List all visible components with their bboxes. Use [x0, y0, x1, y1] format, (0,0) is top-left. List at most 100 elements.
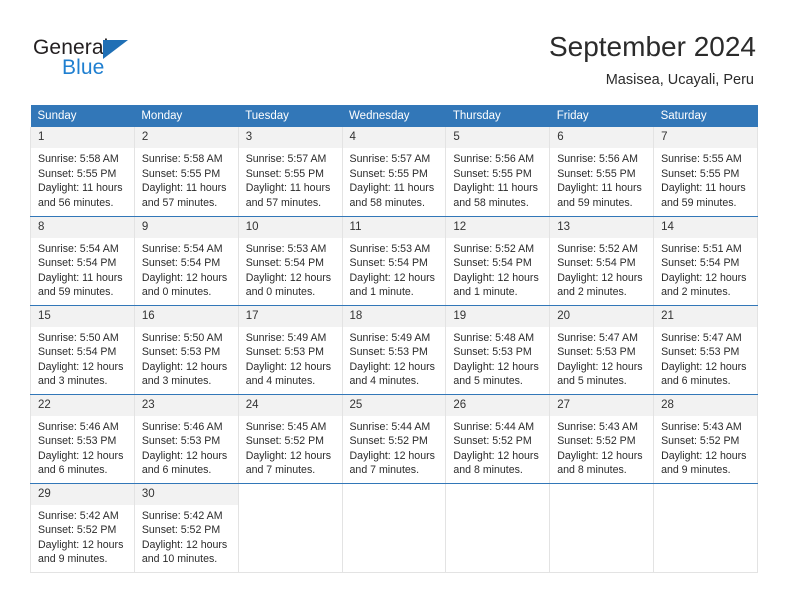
sunset-text: Sunset: 5:52 PM — [557, 435, 636, 448]
day-cell-inner — [342, 483, 446, 572]
calendar-day-cell[interactable]: 23 Sunrise: 5:46 AM Sunset: 5:53 PM Dayligh… — [133, 394, 239, 484]
calendar-day-cell[interactable]: 2 Sunrise: 5:58 AM Sunset: 5:55 PM Daylight… — [133, 127, 239, 217]
calendar-day-cell[interactable]: 15 Sunrise: 5:50 AM Sunset: 5:54 PM Dayligh… — [30, 305, 135, 395]
day-number: 11 — [342, 216, 446, 238]
sunrise-text: Sunrise: 5:55 AM — [661, 153, 742, 165]
sunset-text: Sunset: 5:52 PM — [661, 435, 740, 448]
daylight-text: Daylight: 12 hours and 2 minutes. — [557, 271, 643, 299]
day-cell-inner: 28 Sunrise: 5:43 AM Sunset: 5:52 PM Dayligh… — [654, 394, 757, 483]
day-cell-inner: 27 Sunrise: 5:43 AM Sunset: 5:52 PM Dayligh… — [550, 394, 654, 483]
weekday-header-saturday: Saturday — [653, 105, 758, 127]
calendar-day-cell[interactable]: 25 Sunrise: 5:44 AM Sunset: 5:52 PM Dayligh… — [341, 394, 447, 484]
day-number: 8 — [31, 216, 134, 238]
sunset-text: Sunset: 5:53 PM — [245, 346, 325, 359]
day-cell-inner: 10 Sunrise: 5:53 AM Sunset: 5:54 PM Dayligh… — [238, 216, 342, 305]
calendar-day-cell[interactable]: 28 Sunrise: 5:43 AM Sunset: 5:52 PM Dayligh… — [653, 394, 758, 484]
day-number: 20 — [550, 305, 654, 327]
sunset-text: Sunset: 5:54 PM — [557, 257, 636, 270]
calendar-day-cell[interactable]: 24 Sunrise: 5:45 AM Sunset: 5:52 PM Dayligh… — [237, 394, 343, 484]
day-number: 29 — [31, 483, 134, 505]
day-number: 12 — [446, 216, 550, 238]
calendar-day-cell[interactable]: 27 Sunrise: 5:43 AM Sunset: 5:52 PM Dayligh… — [549, 394, 655, 484]
day-number: 6 — [550, 127, 654, 148]
day-details: Sunrise: 5:47 AM Sunset: 5:53 PM Daylight:… — [654, 327, 757, 389]
sunrise-text: Sunrise: 5:47 AM — [661, 331, 742, 344]
calendar-day-cell[interactable]: 16 Sunrise: 5:50 AM Sunset: 5:53 PM Dayligh… — [133, 305, 239, 395]
calendar-day-cell[interactable]: 14 Sunrise: 5:51 AM Sunset: 5:54 PM Dayligh… — [653, 216, 758, 306]
sunset-text: Sunset: 5:53 PM — [661, 346, 740, 359]
calendar-day-cell[interactable]: 29 Sunrise: 5:42 AM Sunset: 5:52 PM Dayligh… — [30, 483, 135, 573]
sunset-text: Sunset: 5:54 PM — [38, 346, 117, 359]
sunset-text: Sunset: 5:52 PM — [453, 435, 532, 448]
calendar-cell-empty — [237, 483, 343, 573]
day-details: Sunrise: 5:47 AM Sunset: 5:53 PM Daylight:… — [550, 327, 653, 389]
day-cell-inner — [446, 483, 550, 572]
page-subtitle: Masisea, Ucayali, Peru — [605, 72, 754, 88]
calendar-day-cell[interactable]: 8 Sunrise: 5:54 AM Sunset: 5:54 PM Daylight… — [30, 216, 135, 306]
daylight-text: Daylight: 12 hours and 1 minute. — [453, 271, 539, 299]
daylight-text: Daylight: 12 hours and 4 minutes. — [349, 360, 435, 388]
weekday-header-tuesday: Tuesday — [238, 105, 343, 127]
daylight-text: Daylight: 12 hours and 6 minutes. — [38, 449, 124, 477]
sunset-text: Sunset: 5:54 PM — [349, 257, 428, 270]
calendar-day-cell[interactable]: 26 Sunrise: 5:44 AM Sunset: 5:52 PM Dayligh… — [445, 394, 551, 484]
day-number: 21 — [654, 305, 757, 327]
day-cell-inner: 20 Sunrise: 5:47 AM Sunset: 5:53 PM Dayligh… — [550, 305, 654, 394]
weekday-header-friday: Friday — [549, 105, 654, 127]
calendar-day-cell[interactable]: 3 Sunrise: 5:57 AM Sunset: 5:55 PM Daylight… — [237, 127, 343, 217]
daylight-text: Daylight: 12 hours and 5 minutes. — [557, 360, 643, 388]
sunrise-text: Sunrise: 5:43 AM — [557, 420, 638, 433]
calendar-day-cell[interactable]: 10 Sunrise: 5:53 AM Sunset: 5:54 PM Dayligh… — [237, 216, 343, 306]
calendar-day-cell[interactable]: 1 Sunrise: 5:58 AM Sunset: 5:55 PM Daylight… — [30, 127, 135, 217]
daylight-text: Daylight: 12 hours and 4 minutes. — [245, 360, 332, 388]
day-details: Sunrise: 5:49 AM Sunset: 5:53 PM Daylight:… — [343, 327, 446, 389]
day-details: Sunrise: 5:42 AM Sunset: 5:52 PM Daylight:… — [135, 505, 238, 567]
day-details: Sunrise: 5:45 AM Sunset: 5:52 PM Daylight:… — [239, 416, 342, 478]
sunrise-text: Sunrise: 5:56 AM — [557, 153, 638, 165]
calendar-day-cell[interactable]: 13 Sunrise: 5:52 AM Sunset: 5:54 PM Dayligh… — [549, 216, 655, 306]
calendar-day-cell[interactable]: 19 Sunrise: 5:48 AM Sunset: 5:53 PM Dayligh… — [445, 305, 551, 395]
sunset-text: Sunset: 5:53 PM — [557, 346, 636, 359]
logo-text-blue: Blue — [62, 56, 105, 79]
calendar-day-cell[interactable]: 22 Sunrise: 5:46 AM Sunset: 5:53 PM Dayligh… — [30, 394, 135, 484]
calendar-day-cell[interactable]: 6 Sunrise: 5:56 AM Sunset: 5:55 PM Daylight… — [549, 127, 655, 217]
daylight-text: Daylight: 12 hours and 9 minutes. — [661, 449, 747, 477]
day-cell-inner: 7 Sunrise: 5:55 AM Sunset: 5:55 PM Daylight… — [654, 127, 757, 216]
calendar-week-row: 22 Sunrise: 5:46 AM Sunset: 5:53 PM Dayligh… — [30, 394, 758, 484]
day-number: 24 — [238, 394, 342, 416]
day-cell-inner: 22 Sunrise: 5:46 AM Sunset: 5:53 PM Dayligh… — [31, 394, 134, 483]
daylight-text: Daylight: 12 hours and 0 minutes. — [245, 271, 332, 299]
day-cell-inner — [654, 483, 757, 572]
sunrise-text: Sunrise: 5:53 AM — [245, 242, 327, 255]
calendar-day-cell[interactable]: 4 Sunrise: 5:57 AM Sunset: 5:55 PM Daylight… — [341, 127, 447, 217]
calendar-day-cell[interactable]: 5 Sunrise: 5:56 AM Sunset: 5:55 PM Daylight… — [445, 127, 551, 217]
daylight-text: Daylight: 12 hours and 2 minutes. — [661, 271, 747, 299]
calendar-grid: Sunday Monday Tuesday Wednesday Thursday Frid… — [30, 105, 758, 573]
daylight-text: Daylight: 12 hours and 1 minute. — [349, 271, 435, 299]
calendar-page: General Blue September 2024 Masisea, Uca… — [0, 0, 792, 612]
sunrise-text: Sunrise: 5:58 AM — [141, 153, 223, 165]
calendar-day-cell[interactable]: 12 Sunrise: 5:52 AM Sunset: 5:54 PM Dayligh… — [445, 216, 551, 306]
calendar-day-cell[interactable]: 7 Sunrise: 5:55 AM Sunset: 5:55 PM Daylight… — [653, 127, 758, 217]
day-number: 13 — [550, 216, 654, 238]
day-number: 5 — [446, 127, 550, 148]
sunrise-text: Sunrise: 5:44 AM — [349, 420, 431, 433]
calendar-day-cell[interactable]: 9 Sunrise: 5:54 AM Sunset: 5:54 PM Daylight… — [133, 216, 239, 306]
day-cell-inner: 11 Sunrise: 5:53 AM Sunset: 5:54 PM Dayligh… — [342, 216, 446, 305]
calendar-day-cell[interactable]: 30 Sunrise: 5:42 AM Sunset: 5:52 PM Dayligh… — [133, 483, 239, 573]
general-blue-logo[interactable]: General Blue — [33, 36, 233, 86]
calendar-day-cell[interactable]: 21 Sunrise: 5:47 AM Sunset: 5:53 PM Dayligh… — [653, 305, 758, 395]
day-details: Sunrise: 5:57 AM Sunset: 5:55 PM Daylight:… — [343, 148, 446, 210]
daylight-text: Daylight: 12 hours and 0 minutes. — [141, 271, 228, 299]
calendar-day-cell[interactable]: 11 Sunrise: 5:53 AM Sunset: 5:54 PM Dayligh… — [341, 216, 447, 306]
calendar-day-cell[interactable]: 18 Sunrise: 5:49 AM Sunset: 5:53 PM Dayligh… — [341, 305, 447, 395]
day-cell-inner: 29 Sunrise: 5:42 AM Sunset: 5:52 PM Dayligh… — [31, 483, 134, 572]
day-details: Sunrise: 5:43 AM Sunset: 5:52 PM Daylight:… — [654, 416, 757, 478]
daylight-text: Daylight: 11 hours and 58 minutes. — [349, 182, 435, 209]
sunset-text: Sunset: 5:54 PM — [245, 257, 325, 270]
calendar-day-cell[interactable]: 17 Sunrise: 5:49 AM Sunset: 5:53 PM Dayligh… — [237, 305, 343, 395]
daylight-text: Daylight: 12 hours and 8 minutes. — [557, 449, 643, 477]
day-details: Sunrise: 5:49 AM Sunset: 5:53 PM Daylight:… — [239, 327, 342, 389]
calendar-body: 1 Sunrise: 5:58 AM Sunset: 5:55 PM Daylight… — [30, 127, 758, 573]
calendar-day-cell[interactable]: 20 Sunrise: 5:47 AM Sunset: 5:53 PM Dayligh… — [549, 305, 655, 395]
